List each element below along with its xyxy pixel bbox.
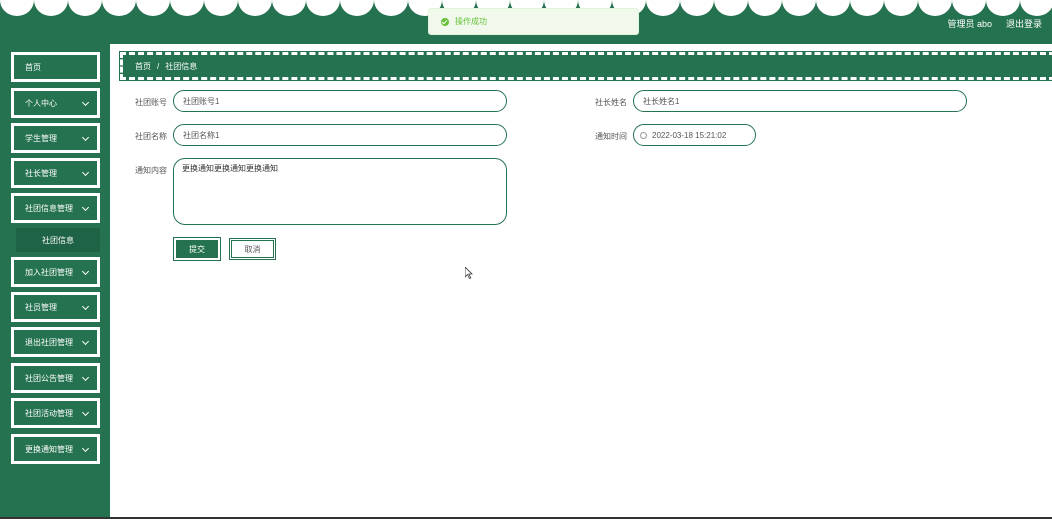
notice-content-textarea[interactable]: 更换通知更换通知更换通知 bbox=[173, 158, 507, 225]
breadcrumb-home[interactable]: 首页 bbox=[135, 61, 151, 72]
chevron-down-icon bbox=[81, 408, 90, 417]
club-account-value: 社团账号1 bbox=[183, 96, 220, 106]
sidebar-item-label: 更换通知管理 bbox=[25, 444, 73, 454]
president-name-field[interactable]: 社长姓名1 bbox=[633, 90, 967, 112]
chevron-down-icon bbox=[81, 133, 90, 142]
chevron-down-icon bbox=[81, 267, 90, 276]
sidebar-subitem-club-info[interactable]: 社团信息 bbox=[16, 228, 100, 252]
notice-time-value: 2022-03-18 15:21:02 bbox=[652, 130, 727, 140]
mouse-cursor-icon bbox=[465, 267, 473, 279]
notice-content-label: 通知内容 bbox=[135, 166, 167, 175]
sidebar-item-club-info-management[interactable]: 社团信息管理 bbox=[11, 193, 100, 223]
toast-message: 操作成功 bbox=[455, 17, 487, 26]
logout-link[interactable]: 退出登录 bbox=[1006, 17, 1042, 30]
chevron-down-icon bbox=[81, 302, 90, 311]
sidebar-item-member-management[interactable]: 社员管理 bbox=[11, 292, 100, 322]
sidebar-item-change-notice-management[interactable]: 更换通知管理 bbox=[11, 434, 100, 464]
chevron-down-icon bbox=[81, 337, 90, 346]
club-account-label: 社团账号 bbox=[135, 98, 167, 107]
breadcrumb-current: 社团信息 bbox=[165, 61, 198, 71]
sidebar-item-club-announcement-management[interactable]: 社团公告管理 bbox=[11, 363, 100, 393]
sidebar-item-label: 社团信息管理 bbox=[25, 203, 73, 213]
sidebar-item-label: 社团活动管理 bbox=[25, 408, 73, 418]
sidebar-item-personal-center[interactable]: 个人中心 bbox=[11, 88, 100, 118]
sidebar-item-label: 个人中心 bbox=[25, 98, 57, 108]
sidebar-item-club-activity-management[interactable]: 社团活动管理 bbox=[11, 398, 100, 428]
sidebar-item-president-management[interactable]: 社长管理 bbox=[11, 158, 100, 188]
chevron-down-icon bbox=[81, 168, 90, 177]
sidebar-item-label: 加入社团管理 bbox=[25, 267, 73, 277]
cancel-button[interactable]: 取消 bbox=[229, 238, 276, 260]
success-toast: 操作成功 bbox=[428, 8, 639, 35]
sidebar-item-student-management[interactable]: 学生管理 bbox=[11, 123, 100, 153]
sidebar: 首页 个人中心 学生管理 社长管理 社团信息管理 社团信息 加入社团管理 社员管… bbox=[0, 44, 110, 517]
main-content: 首页 / 社团信息 社团账号 社团账号1 社长姓名 社长姓名1 社团名称 社团名… bbox=[110, 44, 1052, 517]
president-name-value: 社长姓名1 bbox=[643, 96, 680, 106]
notice-time-label: 通知时间 bbox=[595, 132, 627, 141]
club-name-label: 社团名称 bbox=[135, 132, 167, 141]
notice-content-value: 更换通知更换通知更换通知 bbox=[182, 164, 278, 173]
sidebar-item-quit-club-management[interactable]: 退出社团管理 bbox=[11, 327, 100, 357]
sidebar-item-label: 社长管理 bbox=[25, 168, 57, 178]
sidebar-item-label: 社员管理 bbox=[25, 302, 57, 312]
club-account-field[interactable]: 社团账号1 bbox=[173, 90, 507, 112]
chevron-down-icon bbox=[81, 373, 90, 382]
notice-time-picker[interactable]: 2022-03-18 15:21:02 bbox=[633, 124, 756, 146]
chevron-down-icon bbox=[81, 98, 90, 107]
sidebar-item-home[interactable]: 首页 bbox=[11, 52, 100, 82]
club-name-field[interactable]: 社团名称1 bbox=[173, 124, 507, 146]
clock-icon bbox=[640, 131, 647, 139]
club-name-value: 社团名称1 bbox=[183, 130, 220, 140]
chevron-down-icon bbox=[81, 203, 90, 212]
sidebar-item-label: 首页 bbox=[25, 62, 41, 72]
sidebar-item-label: 学生管理 bbox=[25, 133, 57, 143]
user-info: 管理员 abo bbox=[947, 19, 992, 29]
sidebar-item-label: 退出社团管理 bbox=[25, 337, 73, 347]
president-name-label: 社长姓名 bbox=[595, 98, 627, 107]
breadcrumb-separator: / bbox=[157, 61, 160, 71]
sidebar-item-label: 社团公告管理 bbox=[25, 373, 73, 383]
check-circle-icon bbox=[441, 17, 449, 26]
chevron-down-icon bbox=[81, 444, 90, 453]
submit-button[interactable]: 提交 bbox=[173, 237, 221, 261]
breadcrumb: 首页 / 社团信息 bbox=[119, 51, 1052, 81]
sidebar-item-join-club-management[interactable]: 加入社团管理 bbox=[11, 257, 100, 287]
